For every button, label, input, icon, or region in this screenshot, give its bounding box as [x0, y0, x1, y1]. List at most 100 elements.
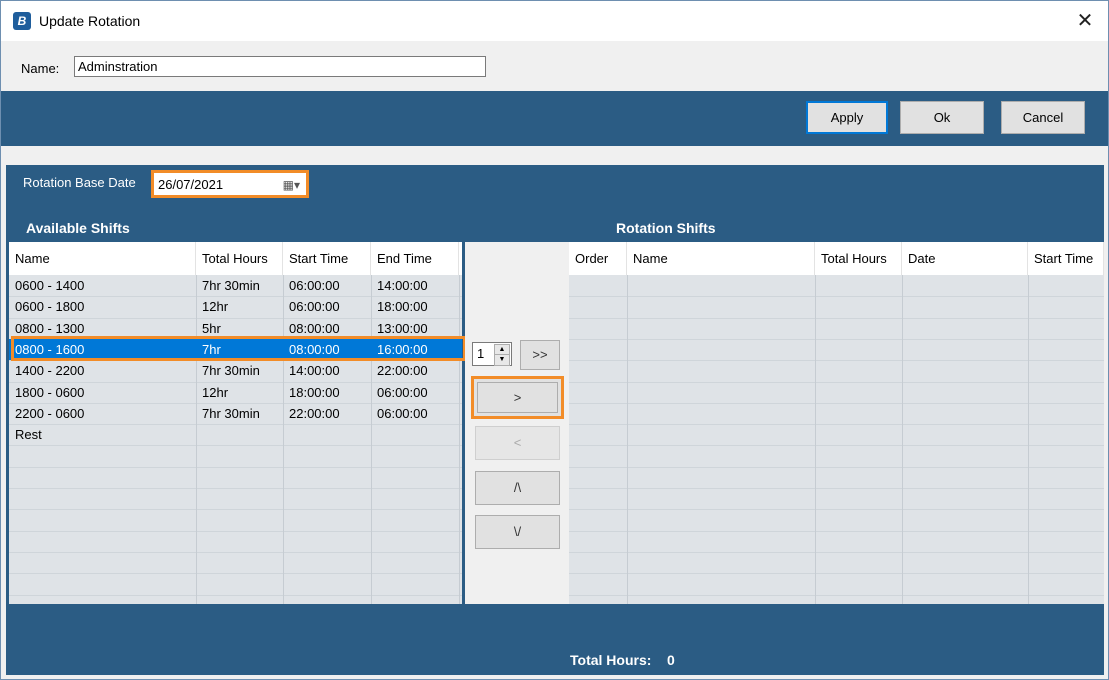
spinner-down-icon[interactable]: ▼ [494, 354, 510, 366]
cell-end-time [371, 424, 459, 445]
column-divider [1028, 275, 1029, 604]
available-shifts-grid[interactable]: Name Total Hours Start Time End Time 060… [9, 242, 462, 604]
column-divider [902, 275, 903, 604]
available-shifts-title: Available Shifts [26, 220, 130, 236]
cell-name: 2200 - 0600 [15, 406, 85, 421]
cell-start-time: 22:00:00 [289, 406, 340, 421]
cell-end-time: 16:00:00 [377, 342, 428, 357]
cell-name: 0600 - 1800 [15, 299, 85, 314]
base-date-value: 26/07/2021 [158, 177, 224, 192]
row-divider [569, 360, 1104, 361]
cell-start-time: 14:00:00 [289, 363, 340, 378]
row-divider [569, 531, 1104, 532]
row-divider [9, 445, 462, 446]
cell-end-time: 13:00:00 [377, 321, 428, 336]
cell-start-time: 06:00:00 [289, 278, 340, 293]
column-header-total-hours[interactable]: Total Hours [815, 242, 902, 275]
cell-total-hours: 7hr [202, 342, 221, 357]
ok-button[interactable]: Ok [900, 101, 984, 134]
column-header-start-time[interactable]: Start Time [283, 242, 371, 275]
action-toolbar: Apply Ok Cancel [1, 91, 1108, 146]
row-divider [9, 467, 462, 468]
cell-name: 0800 - 1300 [15, 321, 85, 336]
row-divider [569, 424, 1104, 425]
row-divider [9, 509, 462, 510]
cell-name: 0600 - 1400 [15, 278, 85, 293]
row-divider [569, 552, 1104, 553]
rotation-panel: Rotation Base Date 26/07/2021 ▦▾ Availab… [6, 165, 1104, 675]
table-row[interactable]: 0800 - 1600 7hr 08:00:00 16:00:00 [9, 339, 462, 360]
cell-name: 0800 - 1600 [15, 342, 85, 357]
rotation-grid-header: Order Name Total Hours Date Start Time [569, 242, 1104, 275]
column-header-start-time[interactable]: Start Time [1028, 242, 1104, 275]
table-row[interactable]: Rest [9, 424, 462, 445]
count-spinner[interactable]: 1 ▲ ▼ [472, 342, 512, 366]
row-divider [569, 573, 1104, 574]
row-divider [569, 595, 1104, 596]
spinner-value: 1 [477, 346, 485, 361]
transfer-controls: 1 ▲ ▼ >> > < /\ \/ [465, 242, 569, 604]
close-button[interactable]: ✕ [1062, 1, 1108, 41]
cell-end-time: 22:00:00 [377, 363, 428, 378]
rotation-shifts-title: Rotation Shifts [616, 220, 716, 236]
name-label: Name: [21, 61, 60, 76]
total-hours-value: 0 [667, 652, 675, 668]
column-divider [627, 275, 628, 604]
cell-name: 1800 - 0600 [15, 385, 85, 400]
column-header-name[interactable]: Name [9, 242, 196, 275]
cell-end-time: 06:00:00 [377, 406, 428, 421]
row-divider [9, 552, 462, 553]
table-row[interactable]: 0600 - 1400 7hr 30min 06:00:00 14:00:00 [9, 275, 462, 296]
column-divider [815, 275, 816, 604]
row-divider [9, 573, 462, 574]
table-row[interactable]: 1400 - 2200 7hr 30min 14:00:00 22:00:00 [9, 360, 462, 381]
row-divider [569, 382, 1104, 383]
name-input[interactable] [74, 56, 486, 77]
available-grid-header: Name Total Hours Start Time End Time [9, 242, 462, 275]
cell-total-hours: 7hr 30min [202, 278, 260, 293]
name-row: Name: [1, 41, 1108, 91]
cell-end-time: 14:00:00 [377, 278, 428, 293]
row-divider [569, 467, 1104, 468]
row-divider [569, 403, 1104, 404]
cell-start-time [283, 424, 371, 445]
window-title: Update Rotation [39, 13, 141, 29]
row-divider [569, 339, 1104, 340]
cell-end-time: 06:00:00 [377, 385, 428, 400]
column-header-order[interactable]: Order [569, 242, 627, 275]
total-hours-label: Total Hours: [570, 652, 652, 668]
move-up-button[interactable]: /\ [475, 471, 560, 505]
column-header-date[interactable]: Date [902, 242, 1028, 275]
rotation-shifts-grid[interactable]: Order Name Total Hours Date Start Time [569, 242, 1104, 604]
add-button[interactable]: > [477, 382, 558, 413]
column-header-end-time[interactable]: End Time [371, 242, 459, 275]
add-all-button[interactable]: >> [520, 340, 560, 370]
add-button-highlight: > [471, 376, 564, 419]
base-date-picker[interactable]: 26/07/2021 ▦▾ [151, 170, 309, 198]
cell-total-hours: 7hr 30min [202, 406, 260, 421]
title-bar: B Update Rotation ✕ [1, 1, 1108, 41]
table-row[interactable]: 0600 - 1800 12hr 06:00:00 18:00:00 [9, 296, 462, 317]
apply-button[interactable]: Apply [806, 101, 888, 134]
row-divider [9, 488, 462, 489]
column-header-total-hours[interactable]: Total Hours [196, 242, 283, 275]
cell-total-hours: 7hr 30min [202, 363, 260, 378]
row-divider [569, 296, 1104, 297]
row-divider [569, 509, 1104, 510]
cell-start-time: 08:00:00 [289, 321, 340, 336]
move-down-button[interactable]: \/ [475, 515, 560, 549]
cell-total-hours: 12hr [202, 299, 229, 314]
calendar-dropdown-icon[interactable]: ▦▾ [283, 178, 300, 192]
table-row[interactable]: 1800 - 0600 12hr 18:00:00 06:00:00 [9, 382, 462, 403]
cell-name: Rest [15, 427, 42, 442]
cancel-button[interactable]: Cancel [1001, 101, 1085, 134]
table-row[interactable]: 0800 - 1300 5hr 08:00:00 13:00:00 [9, 318, 462, 339]
cell-start-time: 08:00:00 [289, 342, 340, 357]
row-divider [9, 595, 462, 596]
remove-button[interactable]: < [475, 426, 560, 460]
table-row[interactable]: 2200 - 0600 7hr 30min 22:00:00 06:00:00 [9, 403, 462, 424]
cell-start-time: 06:00:00 [289, 299, 340, 314]
app-icon: B [13, 12, 31, 30]
cell-total-hours: 5hr [202, 321, 221, 336]
column-header-name[interactable]: Name [627, 242, 815, 275]
